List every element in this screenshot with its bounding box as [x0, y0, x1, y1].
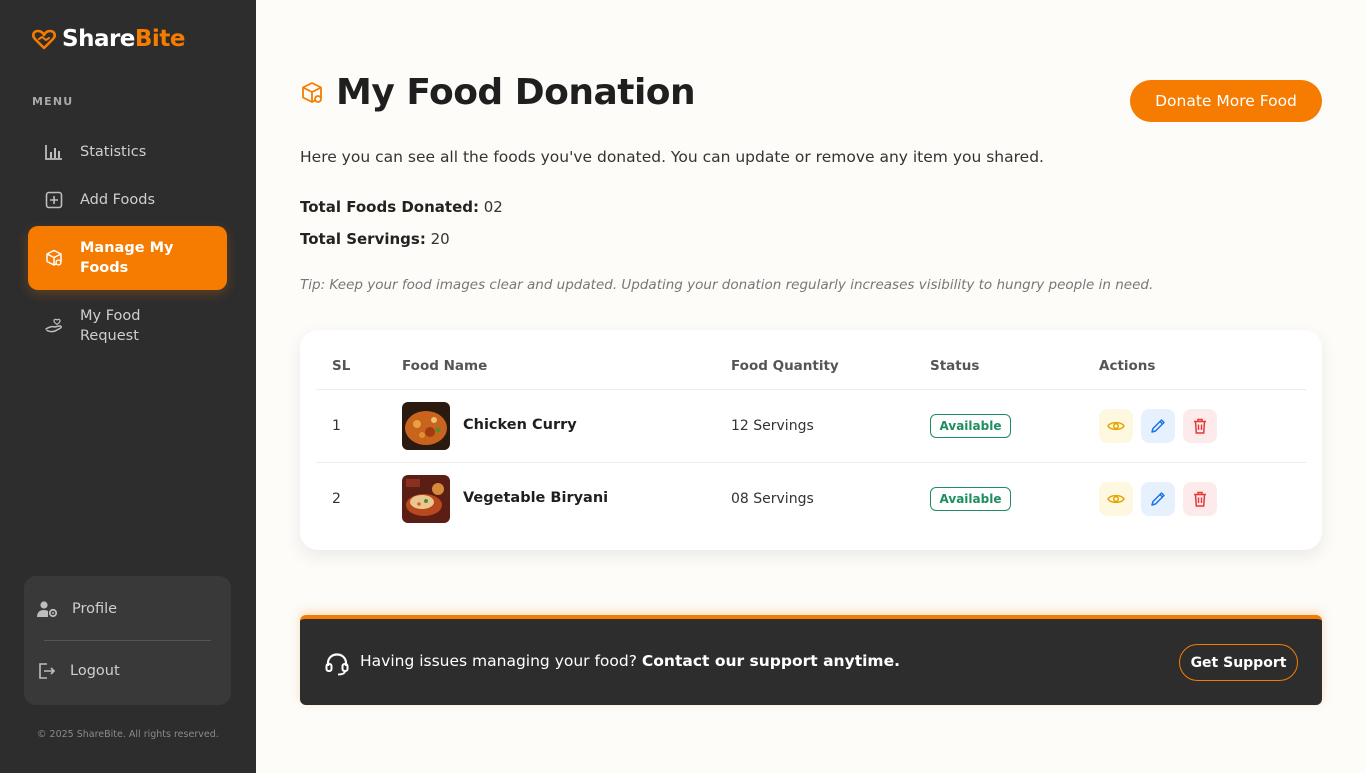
get-support-button[interactable]: Get Support: [1179, 644, 1298, 681]
column-header-food-name: Food Name: [402, 358, 488, 374]
column-header-sl: SL: [332, 358, 351, 374]
logout-icon: [36, 661, 56, 681]
trash-icon: [1194, 418, 1206, 434]
trash-icon: [1194, 491, 1206, 507]
total-servings-value: 20: [430, 230, 450, 248]
heart-logo-icon: [32, 29, 56, 50]
box-search-icon: [300, 81, 324, 105]
divider: [44, 640, 211, 641]
divider: [316, 389, 1306, 390]
page-header: My Food Donation: [300, 72, 696, 113]
status-badge: Available: [930, 414, 1011, 438]
food-image-vegetable-biryani: [402, 475, 450, 523]
copyright-text: © 2025 ShareBite. All rights reserved.: [37, 729, 219, 740]
eye-icon: [1107, 421, 1125, 431]
view-button[interactable]: [1099, 409, 1133, 443]
eye-icon: [1107, 494, 1125, 504]
account-card: [24, 576, 231, 705]
row-1-food-name: Chicken Curry: [463, 417, 577, 433]
sidebar-item-label: Statistics: [80, 144, 147, 160]
plus-square-icon: [44, 190, 64, 210]
sidebar-item-label: Manage My Foods: [80, 240, 174, 276]
donations-table: SL Food Name Food Quantity Status Action…: [300, 330, 1322, 550]
logout-link[interactable]: Logout: [36, 661, 120, 681]
page-intro: Here you can see all the foods you've do…: [300, 148, 1044, 166]
sidebar-item-my-food-request[interactable]: My Food Request: [28, 306, 227, 346]
total-foods-donated: Total Foods Donated: 02: [300, 198, 503, 216]
divider: [316, 462, 1306, 463]
support-text-bold: Contact our support anytime.: [641, 652, 900, 670]
column-header-status: Status: [930, 358, 980, 374]
sidebar-item-add-foods[interactable]: Add Foods: [28, 188, 227, 212]
sidebar: Share Bite MENU Statistics Add Foods Mana…: [0, 0, 256, 773]
total-servings: Total Servings: 20: [300, 230, 450, 248]
page-title: My Food Donation: [336, 72, 696, 113]
sidebar-item-label: My Food Request: [80, 308, 141, 344]
profile-link[interactable]: Profile: [36, 600, 117, 618]
total-servings-label: Total Servings:: [300, 230, 426, 248]
bar-chart-icon: [44, 142, 64, 162]
pencil-icon: [1151, 492, 1165, 506]
pencil-icon: [1151, 419, 1165, 433]
main-content: My Food Donation Donate More Food Here y…: [256, 0, 1366, 773]
menu-label: MENU: [32, 95, 74, 108]
brand-name-part2: Bite: [134, 26, 186, 52]
logout-label: Logout: [70, 663, 120, 679]
total-foods-donated-label: Total Foods Donated:: [300, 198, 479, 216]
status-badge: Available: [930, 487, 1011, 511]
sidebar-item-label: Add Foods: [80, 192, 156, 208]
total-foods-donated-value: 02: [483, 198, 503, 216]
sidebar-item-statistics[interactable]: Statistics: [28, 140, 227, 164]
row-1-sl: 1: [332, 418, 341, 434]
row-1-quantity: 12 Servings: [731, 418, 814, 434]
brand-logo[interactable]: Share Bite: [32, 26, 185, 52]
column-header-food-quantity: Food Quantity: [731, 358, 839, 374]
support-banner: Having issues managing your food? Contac…: [300, 615, 1322, 705]
edit-button[interactable]: [1141, 482, 1175, 516]
row-2-sl: 2: [332, 491, 341, 507]
edit-button[interactable]: [1141, 409, 1175, 443]
delete-button[interactable]: [1183, 409, 1217, 443]
headset-icon: [324, 651, 350, 681]
box-search-icon: [44, 248, 64, 268]
column-header-actions: Actions: [1099, 358, 1156, 374]
user-gear-icon: [36, 600, 58, 618]
support-message: Having issues managing your food? Contac…: [360, 652, 900, 670]
donate-more-food-button[interactable]: Donate More Food: [1130, 80, 1322, 122]
row-2-food-name: Vegetable Biryani: [463, 490, 609, 506]
hand-heart-icon: [44, 316, 64, 336]
support-text-regular: Having issues managing your food?: [360, 652, 642, 670]
profile-label: Profile: [72, 601, 118, 617]
delete-button[interactable]: [1183, 482, 1217, 516]
tip-text: Tip: Keep your food images clear and upd…: [300, 277, 1154, 293]
food-image-chicken-curry: [402, 402, 450, 450]
brand-name-part1: Share: [62, 26, 135, 52]
row-2-quantity: 08 Servings: [731, 491, 814, 507]
sidebar-item-manage-my-foods[interactable]: Manage My Foods: [28, 226, 227, 290]
view-button[interactable]: [1099, 482, 1133, 516]
